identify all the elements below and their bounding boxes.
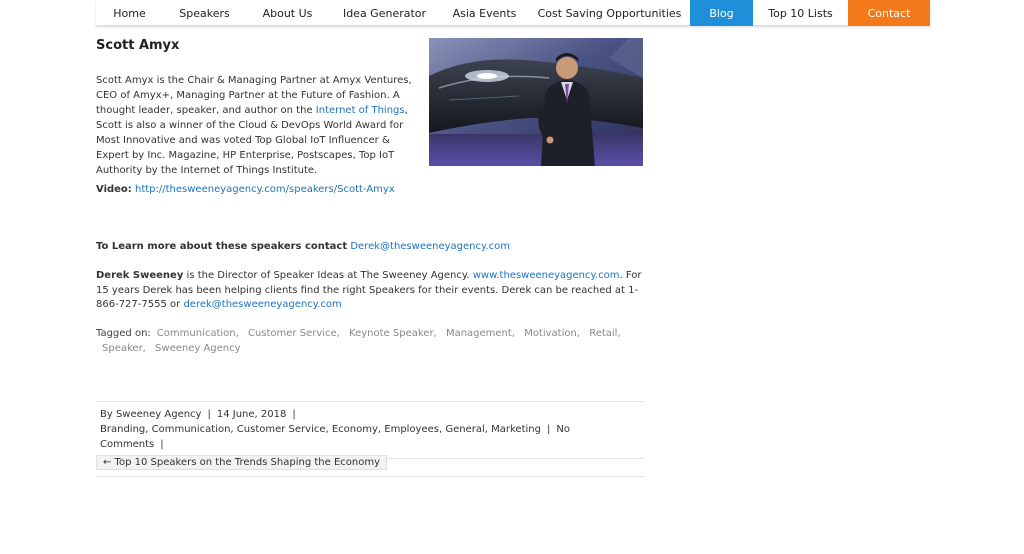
nav-asia-events[interactable]: Asia Events <box>440 0 529 26</box>
meta-separator: | <box>546 424 551 435</box>
derek-name: Derek Sweeney <box>96 270 184 281</box>
video-label: Video: <box>96 184 132 195</box>
post-categories[interactable]: Branding, Communication, Customer Servic… <box>100 424 541 435</box>
tag-retail[interactable]: Retail, <box>589 328 620 339</box>
video-line: Video: http://thesweeneyagency.com/speak… <box>96 184 395 195</box>
tag-communication[interactable]: Communication, <box>157 328 239 339</box>
video-link[interactable]: http://thesweeneyagency.com/speakers/Sco… <box>135 184 395 195</box>
tag-speaker[interactable]: Speaker, <box>102 343 146 354</box>
contact-line: To Learn more about these speakers conta… <box>96 241 510 252</box>
meta-separator: | <box>207 409 211 420</box>
main-nav: Home Speakers About Us Idea Generator As… <box>96 0 930 26</box>
tag-keynote-speaker[interactable]: Keynote Speaker, <box>349 328 437 339</box>
tag-motivation[interactable]: Motivation, <box>524 328 580 339</box>
meta-separator: | <box>160 439 164 450</box>
nav-idea-generator[interactable]: Idea Generator <box>329 0 440 26</box>
contact-label: To Learn more about these speakers conta… <box>96 241 348 252</box>
nav-top-10-lists[interactable]: Top 10 Lists <box>753 0 848 26</box>
nav-home[interactable]: Home <box>96 0 163 26</box>
author-link[interactable]: By Sweeney Agency <box>100 409 201 420</box>
article-content: Scott Amyx Scott Amyx is the Chair & Man… <box>96 38 644 477</box>
derek-text-1: is the Director of Speaker Ideas at The … <box>183 270 473 281</box>
tag-sweeney-agency[interactable]: Sweeney Agency <box>155 343 241 354</box>
nav-about-us[interactable]: About Us <box>246 0 329 26</box>
previous-post-button[interactable]: ← Top 10 Speakers on the Trends Shaping … <box>96 455 388 470</box>
speaker-photo <box>429 38 643 166</box>
nav-speakers[interactable]: Speakers <box>163 0 246 26</box>
nav-cost-saving[interactable]: Cost Saving Opportunities <box>529 0 690 26</box>
nav-contact[interactable]: Contact <box>848 0 930 26</box>
speaker-bio: Scott Amyx is the Chair & Managing Partn… <box>96 73 414 178</box>
contact-email-link[interactable]: Derek@thesweeneyagency.com <box>350 241 510 252</box>
tags-line: Tagged on: Communication, Customer Servic… <box>96 327 644 356</box>
tag-management[interactable]: Management, <box>446 328 515 339</box>
iot-link[interactable]: Internet of Things <box>316 105 405 116</box>
derek-email-link[interactable]: derek@thesweeneyagency.com <box>183 299 341 310</box>
derek-paragraph: Derek Sweeney is the Director of Speaker… <box>96 269 644 313</box>
meta-separator: | <box>292 409 296 420</box>
nav-blog[interactable]: Blog <box>690 0 753 26</box>
post-date: 14 June, 2018 <box>216 409 287 420</box>
post-navigation: ← Top 10 Speakers on the Trends Shaping … <box>96 450 644 477</box>
tags-label: Tagged on: <box>96 328 151 339</box>
agency-site-link[interactable]: www.thesweeneyagency.com <box>473 270 620 281</box>
tag-customer-service[interactable]: Customer Service, <box>248 328 340 339</box>
